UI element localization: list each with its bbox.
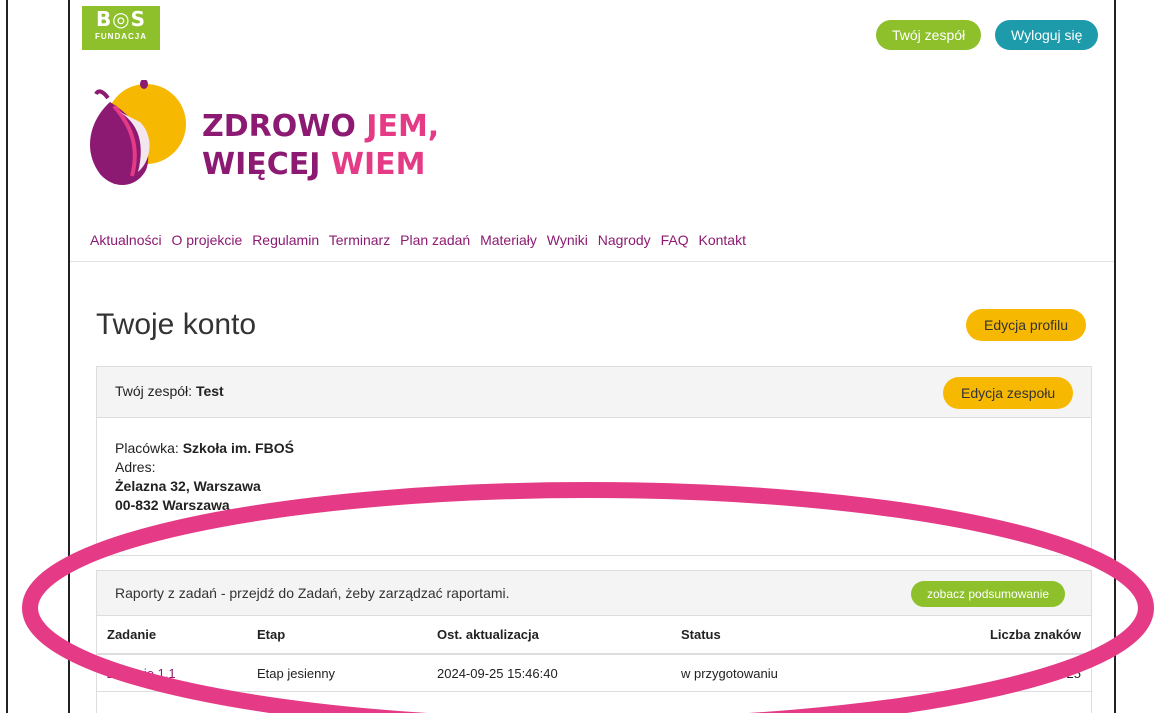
left-frame-edge [0,0,8,713]
task-char-count: 25 [886,654,1091,692]
column-header-task: Zadanie [97,615,247,655]
reports-panel-header: Raporty z zadań - przejdź do Zadań, żeby… [97,571,1091,616]
logout-button[interactable]: Wyloguj się [995,20,1099,50]
brand-line2-b: WIEM [330,147,426,182]
nav-item-nagrody[interactable]: Nagrody [598,232,651,248]
site-brand[interactable]: ZDROWO JEM, WIĘCEJ WIEM [80,79,480,196]
column-header-char-count: Liczba znaków [886,615,1091,655]
reports-panel: Raporty z zadań - przejdź do Zadań, żeby… [96,570,1092,713]
brand-title: ZDROWO JEM, WIĘCEJ WIEM [202,108,439,184]
nav-item-terminarz[interactable]: Terminarz [329,232,390,248]
nav-item-aktualnosci[interactable]: Aktualności [90,232,162,248]
brand-line1-b: JEM, [366,109,440,144]
nav-item-wyniki[interactable]: Wyniki [547,232,588,248]
nav-item-regulamin[interactable]: Regulamin [252,232,319,248]
table-row: Zadanie 1.1 Etap jesienny 2024-09-25 15:… [97,654,1091,692]
nav-item-o-projekcie[interactable]: O projekcie [171,232,242,248]
reports-intro: Raporty z zadań - przejdź do Zadań, żeby… [115,585,510,601]
nav-item-materialy[interactable]: Materiały [480,232,537,248]
logo-subtext: FUNDACJA [95,32,147,41]
summary-button[interactable]: zobacz podsumowanie [911,581,1066,607]
team-details: Placówka: Szkoła im. FBOŚ Adres: Żelazna… [115,439,294,515]
task-status: w przygotowaniu [671,654,887,692]
task-stage: Etap jesienny [247,654,427,692]
logo-text: B◎S [95,7,147,31]
team-button[interactable]: Twój zespół [876,20,982,50]
column-header-status: Status [671,615,887,655]
table-header-row: Zadanie Etap Ost. aktualizacja Status Li… [97,615,1091,655]
task-link[interactable]: Zadanie 1.1 [97,654,247,692]
nav-divider [70,261,1114,262]
fundacja-bos-logo[interactable]: B◎S FUNDACJA [82,6,160,50]
page-frame: B◎S FUNDACJA Twój zespół Wyloguj się ZDR… [68,0,1116,713]
fruit-logo-icon [89,79,186,186]
main-navigation: Aktualności O projekcie Regulamin Termin… [90,232,752,248]
edit-team-button[interactable]: Edycja zespołu [943,377,1074,409]
brand-line2-a: WIĘCEJ [202,147,331,182]
address-label: Adres: [115,459,156,475]
team-panel-header: Twój zespół: Test Edycja zespołu [97,367,1091,418]
team-label: Twój zespół: Test [115,383,224,399]
column-header-stage: Etap [247,615,427,655]
page-title: Twoje konto [96,308,257,341]
task-updated: 2024-09-25 15:46:40 [427,654,671,692]
nav-item-kontakt[interactable]: Kontakt [698,232,745,248]
column-header-updated: Ost. aktualizacja [427,615,671,655]
reports-table: Zadanie Etap Ost. aktualizacja Status Li… [97,615,1091,692]
team-panel: Twój zespół: Test Edycja zespołu Placówk… [96,366,1092,556]
nav-item-faq[interactable]: FAQ [661,232,689,248]
team-label-text: Twój zespół: [115,383,193,399]
edit-profile-button[interactable]: Edycja profilu [966,309,1087,341]
facility-label: Placówka: [115,440,179,456]
address-line-1: Żelazna 32, Warszawa [115,478,261,494]
address-line-2: 00-832 Warszawa [115,497,230,513]
brand-line1-a: ZDROWO [202,109,367,144]
nav-item-plan-zadan[interactable]: Plan zadań [400,232,470,248]
facility-name: Szkoła im. FBOŚ [182,440,294,456]
team-name: Test [195,383,224,399]
